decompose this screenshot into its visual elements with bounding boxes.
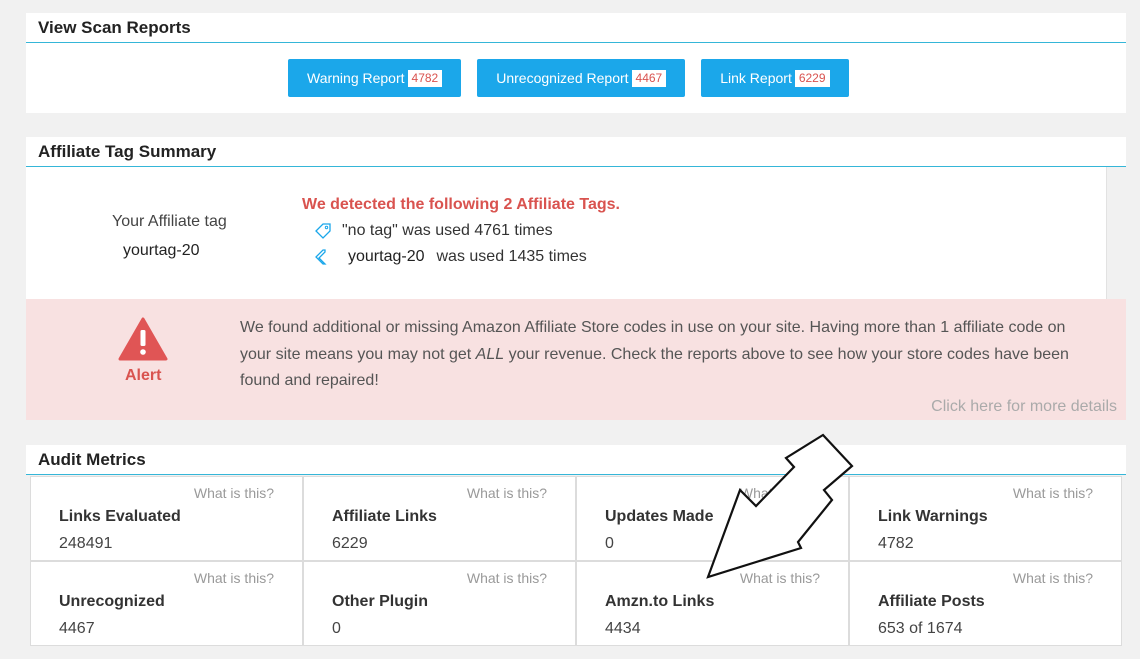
- what-is-this-link[interactable]: What is this?: [194, 570, 274, 586]
- what-is-this-link[interactable]: What is this?: [740, 570, 820, 586]
- metric-value: 248491: [59, 535, 113, 552]
- metric-value: 4782: [878, 535, 914, 552]
- metric-value: 0: [332, 620, 341, 637]
- more-details-link[interactable]: Click here for more details: [931, 398, 1117, 416]
- metric-name: Affiliate Links: [332, 508, 437, 525]
- metric-affiliate-links: What is this? Affiliate Links 6229: [303, 476, 576, 561]
- alert-label: Alert: [125, 367, 162, 384]
- what-is-this-link[interactable]: What is this?: [467, 570, 547, 586]
- warning-report-button[interactable]: Warning Report 4782: [288, 59, 462, 97]
- tag-usage-text: was used 1435 times: [436, 248, 587, 265]
- metric-amzn-to-links: What is this? Amzn.to Links 4434: [576, 561, 849, 646]
- detected-tags-heading: We detected the following 2 Affiliate Ta…: [302, 196, 620, 213]
- metric-value: 6229: [332, 535, 368, 552]
- audit-metrics-title: Audit Metrics: [26, 445, 1126, 475]
- alert-message: We found additional or missing Amazon Af…: [240, 315, 1090, 395]
- tag-usage-name: yourtag-20: [348, 248, 425, 265]
- metric-name: Links Evaluated: [59, 508, 181, 525]
- metric-value: 4434: [605, 620, 641, 637]
- tag-icon: [315, 249, 327, 265]
- tag-usage-row: yourtag-20 was used 1435 times: [314, 248, 587, 266]
- tag-usage-text: "no tag" was used 4761 times: [342, 222, 553, 239]
- metric-link-warnings: What is this? Link Warnings 4782: [849, 476, 1122, 561]
- warning-triangle-icon: [118, 317, 168, 361]
- metric-unrecognized: What is this? Unrecognized 4467: [30, 561, 303, 646]
- metric-name: Other Plugin: [332, 593, 428, 610]
- what-is-this-link[interactable]: What is this?: [1013, 485, 1093, 501]
- what-is-this-link[interactable]: What is this?: [740, 485, 820, 501]
- metric-updates-made: What is this? Updates Made 0: [576, 476, 849, 561]
- metric-value: 0: [605, 535, 614, 552]
- warning-report-count: 4782: [407, 69, 443, 87]
- alert-box: Alert We found additional or missing Ama…: [26, 299, 1126, 420]
- tag-icon: [315, 223, 331, 239]
- what-is-this-link[interactable]: What is this?: [467, 485, 547, 501]
- metric-name: Affiliate Posts: [878, 593, 985, 610]
- unrecognized-report-button[interactable]: Unrecognized Report 4467: [477, 59, 686, 97]
- link-report-button[interactable]: Link Report 6229: [701, 59, 849, 97]
- metric-value: 653 of 1674: [878, 620, 963, 637]
- tag-summary-body: Your Affiliate tag yourtag-20 We detecte…: [26, 167, 1107, 299]
- link-report-label: Link Report: [720, 70, 792, 86]
- metrics-grid: What is this? Links Evaluated 248491 Wha…: [30, 476, 1122, 646]
- scan-reports-panel: View Scan Reports Warning Report 4782 Un…: [26, 13, 1126, 113]
- scan-reports-title: View Scan Reports: [26, 13, 1126, 43]
- alert-message-emphasis: ALL: [475, 345, 505, 363]
- metric-links-evaluated: What is this? Links Evaluated 248491: [30, 476, 303, 561]
- affiliate-tag-title: Affiliate Tag Summary: [26, 137, 1126, 167]
- metric-name: Unrecognized: [59, 593, 165, 610]
- your-tag-value: yourtag-20: [123, 242, 200, 259]
- unrecognized-report-label: Unrecognized Report: [496, 70, 629, 86]
- metric-affiliate-posts: What is this? Affiliate Posts 653 of 167…: [849, 561, 1122, 646]
- audit-metrics-panel: Audit Metrics: [26, 445, 1126, 475]
- your-tag-label: Your Affiliate tag: [112, 213, 227, 230]
- what-is-this-link[interactable]: What is this?: [1013, 570, 1093, 586]
- affiliate-tag-panel: Affiliate Tag Summary Your Affiliate tag…: [26, 137, 1126, 420]
- metric-name: Amzn.to Links: [605, 593, 715, 610]
- metric-other-plugin: What is this? Other Plugin 0: [303, 561, 576, 646]
- tag-usage-row: "no tag" was used 4761 times: [314, 222, 553, 240]
- report-buttons: Warning Report 4782 Unrecognized Report …: [288, 59, 849, 97]
- warning-report-label: Warning Report: [307, 70, 405, 86]
- metric-name: Updates Made: [605, 508, 714, 525]
- metric-value: 4467: [59, 620, 95, 637]
- link-report-count: 6229: [794, 69, 830, 87]
- unrecognized-report-count: 4467: [631, 69, 667, 87]
- what-is-this-link[interactable]: What is this?: [194, 485, 274, 501]
- metric-name: Link Warnings: [878, 508, 988, 525]
